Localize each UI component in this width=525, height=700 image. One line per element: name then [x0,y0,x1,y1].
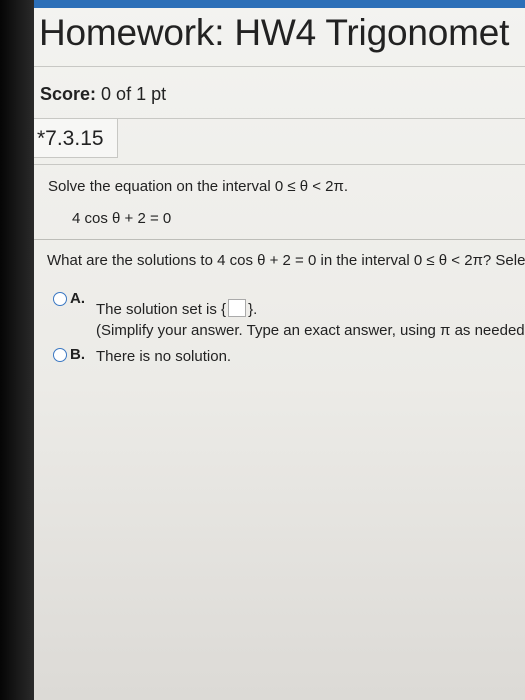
option-a-hint: (Simplify your answer. Type an exact ans… [96,322,525,339]
problem-equation: 4 cos θ + 2 = 0 [72,210,172,227]
divider [34,164,525,165]
problem-number: *7.3.15 [34,118,118,158]
option-a-radio[interactable] [53,292,67,306]
option-a-text-after: }. [248,301,258,318]
divider [34,66,525,67]
score-label: Score: [40,84,97,104]
option-a-letter: A. [70,290,85,307]
score-value: 0 of 1 pt [101,84,167,104]
device-bezel [0,0,34,700]
divider [34,239,525,240]
option-a-text: The solution set is {}. [96,299,257,318]
answer-input-box[interactable] [228,299,247,317]
top-bar [34,0,525,8]
problem-instruction: Solve the equation on the interval 0 ≤ θ… [48,178,349,195]
option-b-letter: B. [70,346,85,363]
question-text: What are the solutions to 4 cos θ + 2 = … [47,252,525,269]
score-display: Score: 0 of 1 pt [40,84,166,105]
option-b-radio[interactable] [53,348,67,362]
option-a-text-before: The solution set is { [96,301,227,318]
option-b-text: There is no solution. [96,348,232,365]
page-title: Homework: HW4 Trigonomet [39,12,510,53]
screen: Homework: HW4 Trigonomet Score: 0 of 1 p… [34,0,525,700]
